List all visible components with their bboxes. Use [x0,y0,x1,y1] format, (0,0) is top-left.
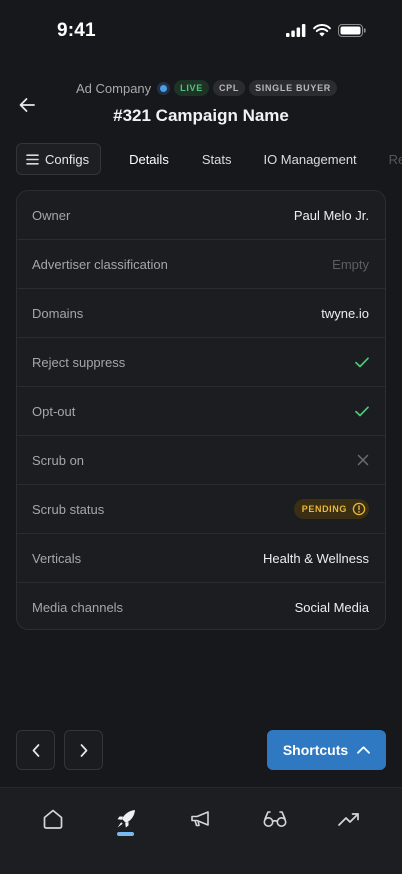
check-icon [355,356,369,367]
next-button[interactable] [64,730,103,770]
tab-overflow[interactable]: Re [389,152,402,167]
live-badge: LIVE [174,80,209,96]
detail-label: Opt-out [32,403,76,419]
tab-stats-label: Stats [201,151,232,167]
battery-icon [338,24,366,37]
detail-value: Social Media [294,600,369,615]
detail-row-opt-out: Opt-out [17,387,385,436]
detail-row-reject-suppress: Reject suppress [17,338,385,387]
detail-row-scrub-on: Scrub on [17,436,385,485]
active-tab-indicator [117,832,134,836]
detail-value: twyne.io [321,305,369,321]
shortcuts-button[interactable]: Shortcuts [267,730,386,770]
page-title: #321 Campaign Name [113,106,289,125]
trending-icon [338,813,359,826]
detail-label: Scrub on [32,452,85,468]
detail-label: Advertiser classification [32,256,168,272]
detail-value: Health & Wellness [263,550,369,566]
megaphone-icon [191,811,209,827]
detail-label: Verticals [32,550,82,566]
tab-details-label: Details [129,151,169,167]
tab-bar-announcements[interactable] [186,804,216,834]
detail-row-owner: Owner Paul Melo Jr. [17,191,385,240]
previous-button[interactable] [16,730,55,770]
status-time: 9:41 [57,20,96,41]
tab-bar-review[interactable] [260,804,290,834]
campaign-meta: Ad Company LIVE CPL SINGLE BUYER [76,79,337,97]
buyer-badge: SINGLE BUYER [249,80,337,96]
check-icon [355,405,369,416]
pricing-badge: CPL [212,80,246,96]
status-bar: 9:41 [0,0,402,60]
tabs-row: Configs Details Stats IO Management Re [16,142,402,176]
wifi-icon [313,24,331,37]
status-badge-label: PENDING [301,504,347,514]
tab-bar-campaigns[interactable] [111,804,141,834]
detail-row-verticals: Verticals Health & Wellness [17,534,385,583]
detail-row-media-channels: Media channels Social Media [17,583,385,629]
home-icon [43,809,63,829]
status-icons [286,24,366,37]
shortcuts-label: Shortcuts [282,742,349,758]
detail-label: Media channels [32,600,124,615]
tab-details[interactable]: Details [129,152,169,167]
details-card: Owner Paul Melo Jr. Advertiser classific… [16,190,386,630]
detail-label: Reject suppress [32,354,126,370]
tab-bar-analytics[interactable] [334,804,364,834]
company-name: Ad Company [76,80,152,96]
detail-label: Owner [32,207,71,223]
menu-icon [26,153,39,165]
detail-value: Paul Melo Jr. [293,207,369,223]
chevron-right-icon [80,743,87,757]
configs-button[interactable]: Configs [16,143,102,175]
configs-label: Configs [45,151,90,167]
detail-value-empty: Empty [332,256,369,272]
detail-row-domains: Domains twyne.io [17,289,385,338]
chevron-left-icon [32,743,39,757]
x-icon [357,454,369,466]
detail-label: Scrub status [32,501,105,517]
bottom-tab-bar [0,787,402,874]
tab-io-management-label: IO Management [263,151,357,167]
signal-icon [286,24,306,37]
detail-row-scrub-status: Scrub status PENDING [17,485,385,534]
tab-overflow-label: Re [388,151,402,167]
info-alert-icon [352,502,366,516]
tab-io-management[interactable]: IO Management [263,152,356,167]
tab-stats[interactable]: Stats [202,152,232,167]
rocket-icon [117,810,135,828]
tab-bar-home[interactable] [38,804,68,834]
status-badge: PENDING [293,499,369,519]
glasses-icon [263,811,287,827]
chevron-up-icon [357,746,371,754]
live-indicator-dot [157,81,171,95]
detail-row-advertiser-classification: Advertiser classification Empty [17,240,385,289]
detail-label: Domains [32,305,84,321]
